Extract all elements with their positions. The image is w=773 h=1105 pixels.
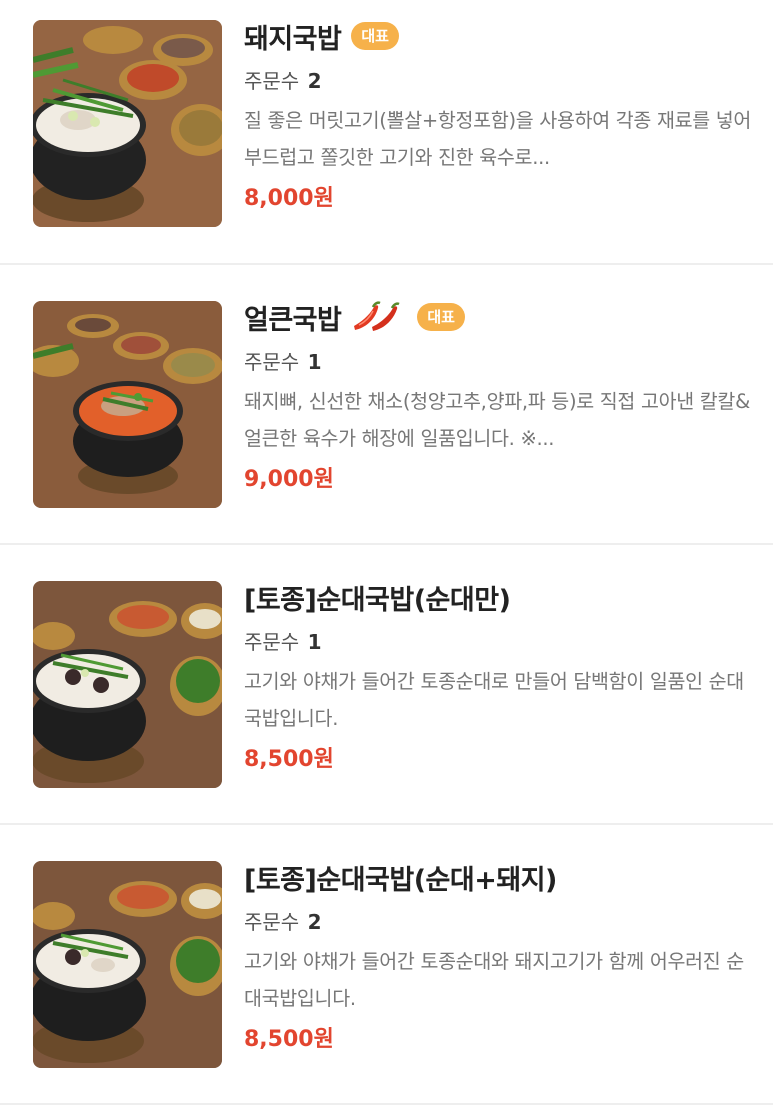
menu-name: [토종]순대국밥(순대+돼지) bbox=[244, 864, 557, 896]
menu-item-spicy-gukbap[interactable]: 얼큰국밥 대표 주문수 1 돼지뼈, 신선한 채소(청양고추,양파,파 등)로 … bbox=[0, 265, 773, 545]
sundae-pork-soup-photo bbox=[33, 861, 222, 1068]
order-count-value: 1 bbox=[307, 350, 322, 374]
signature-badge: 대표 bbox=[417, 303, 465, 331]
menu-item-sundae-gukbap[interactable]: [토종]순대국밥(순대만) 주문수 1 고기와 야채가 들어간 토종순대로 만들… bbox=[0, 545, 773, 825]
menu-description: 돼지뼈, 신선한 채소(청양고추,양파,파 등)로 직접 고아낸 칼칼&얼큰한 … bbox=[244, 390, 750, 450]
menu-description: 고기와 야채가 들어간 토종순대와 돼지고기가 함께 어우러진 순대국밥입니다. bbox=[244, 950, 744, 1010]
menu-item-sundae-pork-gukbap[interactable]: [토종]순대국밥(순대+돼지) 주문수 2 고기와 야채가 들어간 토종순대와 … bbox=[0, 825, 773, 1105]
menu-price: 8,000원 bbox=[244, 186, 334, 211]
order-count-value: 1 bbox=[307, 630, 322, 654]
title-row: 돼지국밥 대표 bbox=[244, 14, 753, 58]
menu-description: 질 좋은 머릿고기(뽈살+항정포함)을 사용하여 각종 재료를 넣어 부드럽고 … bbox=[244, 109, 752, 169]
menu-info: 돼지국밥 대표 주문수 2 질 좋은 머릿고기(뽈살+항정포함)을 사용하여 각… bbox=[244, 14, 753, 216]
order-count-value: 2 bbox=[307, 69, 322, 93]
order-count: 주문수 2 bbox=[244, 907, 753, 937]
order-count-label: 주문수 bbox=[244, 69, 300, 93]
order-count-label: 주문수 bbox=[244, 910, 300, 934]
menu-name: 돼지국밥 bbox=[244, 23, 342, 55]
signature-badge: 대표 bbox=[351, 22, 399, 50]
title-row: 얼큰국밥 대표 bbox=[244, 295, 753, 339]
menu-list: 돼지국밥 대표 주문수 2 질 좋은 머릿고기(뽈살+항정포함)을 사용하여 각… bbox=[0, 0, 773, 1105]
menu-name: [토종]순대국밥(순대만) bbox=[244, 584, 511, 616]
menu-price: 8,500원 bbox=[244, 747, 334, 772]
title-row: [토종]순대국밥(순대만) bbox=[244, 575, 753, 619]
title-row: [토종]순대국밥(순대+돼지) bbox=[244, 855, 753, 899]
menu-info: [토종]순대국밥(순대만) 주문수 1 고기와 야채가 들어간 토종순대로 만들… bbox=[244, 575, 753, 777]
menu-description: 고기와 야채가 들어간 토종순대로 만들어 담백함이 일품인 순대국밥입니다. bbox=[244, 670, 744, 730]
menu-info: [토종]순대국밥(순대+돼지) 주문수 2 고기와 야채가 들어간 토종순대와 … bbox=[244, 855, 753, 1057]
menu-price: 9,000원 bbox=[244, 467, 334, 492]
menu-item-pork-gukbap[interactable]: 돼지국밥 대표 주문수 2 질 좋은 머릿고기(뽈살+항정포함)을 사용하여 각… bbox=[0, 0, 773, 265]
order-count-label: 주문수 bbox=[244, 350, 300, 374]
menu-price: 8,500원 bbox=[244, 1027, 334, 1052]
order-count-label: 주문수 bbox=[244, 630, 300, 654]
order-count: 주문수 1 bbox=[244, 347, 753, 377]
order-count: 주문수 2 bbox=[244, 66, 753, 96]
pork-soup-photo bbox=[33, 20, 222, 227]
chili-pepper-icon bbox=[351, 300, 407, 334]
order-count-value: 2 bbox=[307, 910, 322, 934]
order-count: 주문수 1 bbox=[244, 627, 753, 657]
spicy-soup-photo bbox=[33, 301, 222, 508]
menu-info: 얼큰국밥 대표 주문수 1 돼지뼈, 신선한 채소(청양고추,양파,파 등)로 … bbox=[244, 295, 753, 497]
menu-name: 얼큰국밥 bbox=[244, 304, 342, 336]
sundae-soup-photo bbox=[33, 581, 222, 788]
